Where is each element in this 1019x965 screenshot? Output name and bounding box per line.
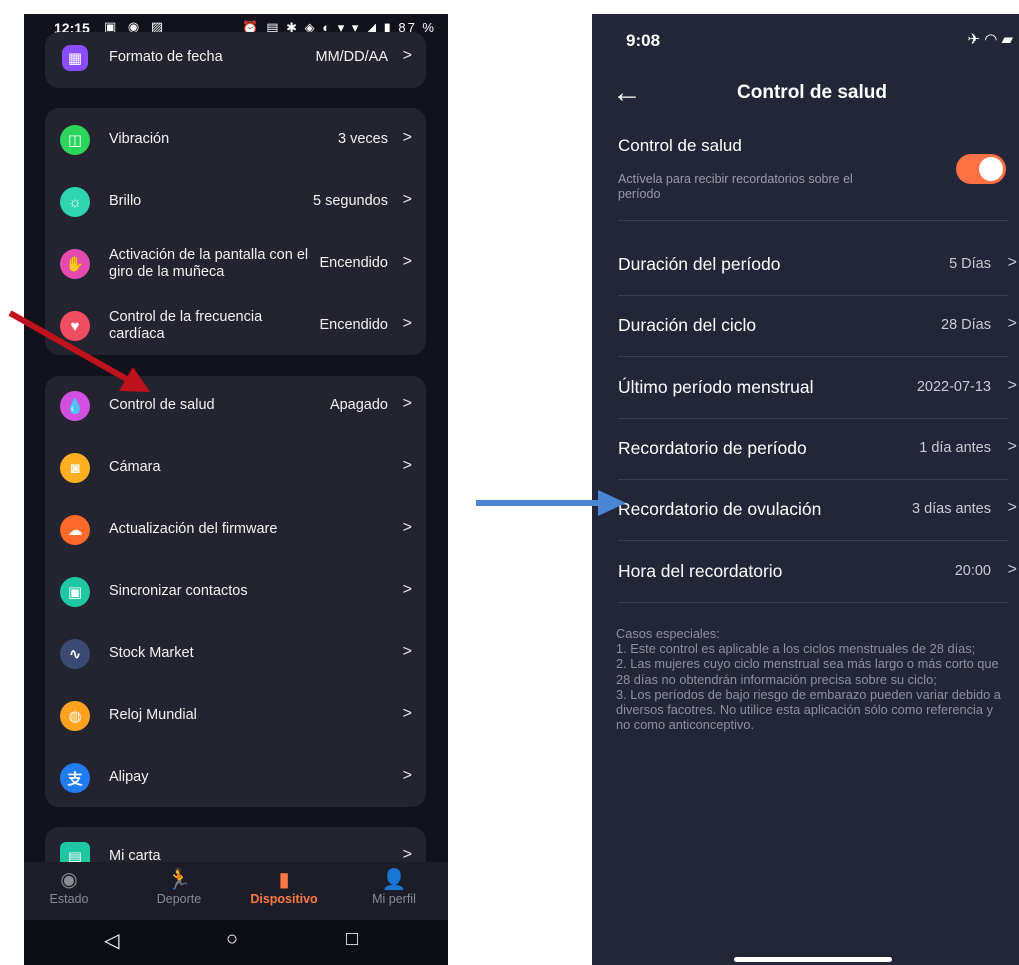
status-icon: ◉ — [60, 869, 78, 891]
nav-tab-running[interactable]: 🏃 Deporte — [134, 868, 224, 906]
watch-icon: ▮ — [278, 869, 290, 891]
row-value: 28 Días — [941, 317, 991, 333]
nav-tab-label: Mi perfil — [372, 892, 416, 906]
home-nav-icon[interactable]: ○ — [226, 928, 238, 951]
chevron-right-icon: > — [1007, 315, 1017, 332]
chevron-right-icon: > — [402, 643, 412, 660]
health-control-toggle-row: Control de salud Actívela para recibir r… — [618, 134, 1008, 220]
alipay-icon: 支 — [60, 763, 90, 793]
back-nav-icon[interactable]: ◁ — [104, 928, 119, 953]
switch-knob — [979, 157, 1003, 181]
row-value: 3 días antes — [912, 501, 991, 517]
chevron-right-icon: > — [1007, 377, 1017, 394]
row-label: Recordatorio de ovulación — [618, 499, 822, 519]
period-setting-row[interactable]: Último período menstrual 2022-07-13 > — [618, 357, 1019, 418]
chevron-right-icon: > — [402, 705, 412, 722]
settings-row-contacts[interactable]: ▣ Sincronizar contactos > — [45, 562, 426, 622]
toggle-subtitle: Actívela para recibir recordatorios sobr… — [618, 172, 853, 201]
row-label: Sincronizar contactos — [109, 583, 248, 599]
stock-chart-icon: ∿ — [60, 639, 90, 669]
row-label: Duración del período — [618, 254, 781, 274]
settings-row-stock-chart[interactable]: ∿ Stock Market > — [45, 624, 426, 684]
settings-row-alipay[interactable]: 支 Alipay > — [45, 748, 426, 808]
row-label: Reloj Mundial — [109, 707, 197, 723]
chevron-right-icon: > — [402, 767, 412, 784]
special-cases-note: Casos especiales: 1. Este control es apl… — [616, 626, 1001, 733]
blue-arrow-head — [598, 490, 626, 516]
globe-icon: ◍ — [60, 701, 90, 731]
row-value: 1 día antes — [919, 440, 991, 456]
page-title: Control de salud — [737, 82, 887, 103]
contacts-icon: ▣ — [60, 577, 90, 607]
period-setting-row[interactable]: Recordatorio de ovulación 3 días antes > — [618, 479, 1019, 540]
row-value: 2022-07-13 — [916, 379, 991, 395]
blue-annotation-arrow — [476, 490, 626, 516]
chevron-right-icon: > — [1007, 561, 1017, 578]
row-value: 5 Días — [949, 256, 991, 272]
row-label: Hora del recordatorio — [618, 561, 783, 581]
status-icons: ✈ ◠ ▰ — [967, 31, 1013, 48]
system-navigation: ◁ ○ □ — [24, 920, 448, 965]
row-label: Alipay — [109, 769, 149, 785]
period-setting-row[interactable]: Duración del ciclo 28 Días > — [618, 295, 1019, 356]
nav-header: ← Control de salud — [592, 76, 1019, 116]
home-indicator — [734, 957, 892, 962]
period-setting-row[interactable]: Hora del recordatorio 20:00 > — [618, 541, 1019, 602]
running-icon: 🏃 — [166, 869, 192, 891]
row-label: Recordatorio de período — [618, 438, 807, 458]
person-icon: 👤 — [381, 869, 407, 891]
settings-row-globe[interactable]: ◍ Reloj Mundial > — [45, 686, 426, 746]
chevron-right-icon: > — [402, 519, 412, 536]
divider — [618, 602, 1008, 603]
chevron-right-icon: > — [1007, 438, 1017, 455]
divider — [618, 220, 1008, 221]
nav-tab-person[interactable]: 👤 Mi perfil — [349, 868, 439, 906]
row-label: Actualización del firmware — [109, 521, 278, 537]
row-value: 20:00 — [954, 563, 991, 579]
status-bar: 9:08 ✈ ◠ ▰ — [592, 14, 1019, 58]
ios-screen: 9:08 ✈ ◠ ▰ ← Control de salud Control de… — [592, 14, 1019, 965]
nav-tab-label: Estado — [49, 892, 89, 906]
nav-tab-label: Dispositivo — [250, 892, 318, 906]
row-label: Stock Market — [109, 645, 194, 661]
period-setting-row[interactable]: Recordatorio de período 1 día antes > — [618, 418, 1019, 479]
bottom-navigation: ◉ Estado 🏃 Deporte ▮ Dispositivo 👤 Mi perfil — [24, 862, 448, 920]
nav-tab-status[interactable]: ◉ Estado — [24, 868, 114, 906]
row-label: Último período menstrual — [618, 377, 814, 397]
health-control-switch[interactable] — [956, 154, 1006, 184]
chevron-right-icon: > — [1007, 254, 1017, 271]
chevron-right-icon: > — [1007, 499, 1017, 516]
recents-nav-icon[interactable]: □ — [346, 928, 358, 951]
chevron-right-icon: > — [402, 581, 412, 598]
period-setting-row[interactable]: Duración del período 5 Días > — [618, 234, 1019, 295]
nav-tab-label: Deporte — [156, 892, 202, 906]
nav-tab-watch[interactable]: ▮ Dispositivo — [239, 868, 329, 906]
